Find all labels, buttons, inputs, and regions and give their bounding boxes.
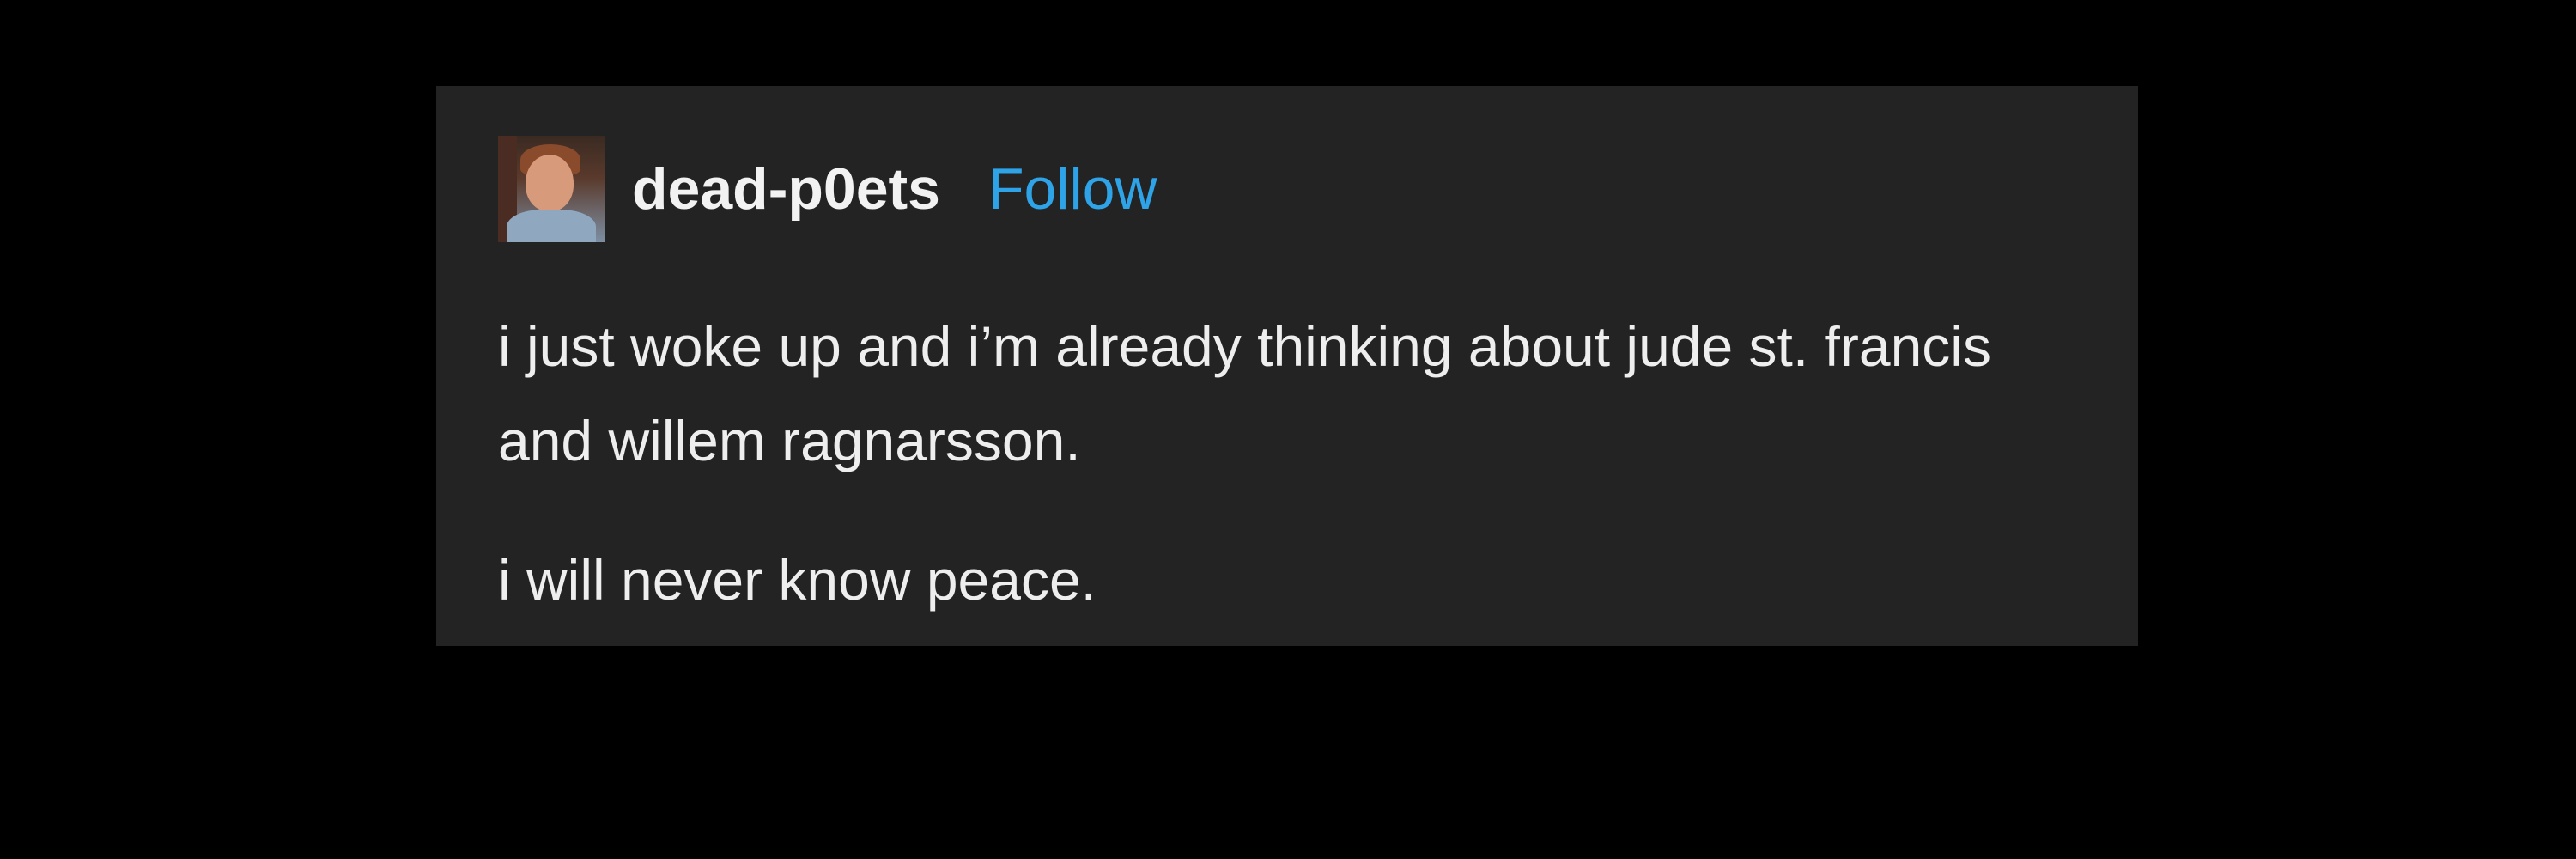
post-card: dead-p0ets Follow i just woke up and i’m… <box>436 86 2138 646</box>
follow-button[interactable]: Follow <box>988 155 1157 222</box>
post-body: i just woke up and i’m already thinking … <box>498 299 2078 627</box>
post-header: dead-p0ets Follow <box>498 136 1157 242</box>
user-avatar[interactable] <box>498 136 605 242</box>
post-paragraph: i just woke up and i’m already thinking … <box>498 314 1991 472</box>
avatar-shirt <box>507 210 596 242</box>
avatar-face <box>526 155 574 211</box>
post-paragraph: i will never know peace. <box>498 548 1097 612</box>
username-link[interactable]: dead-p0ets <box>632 155 940 222</box>
